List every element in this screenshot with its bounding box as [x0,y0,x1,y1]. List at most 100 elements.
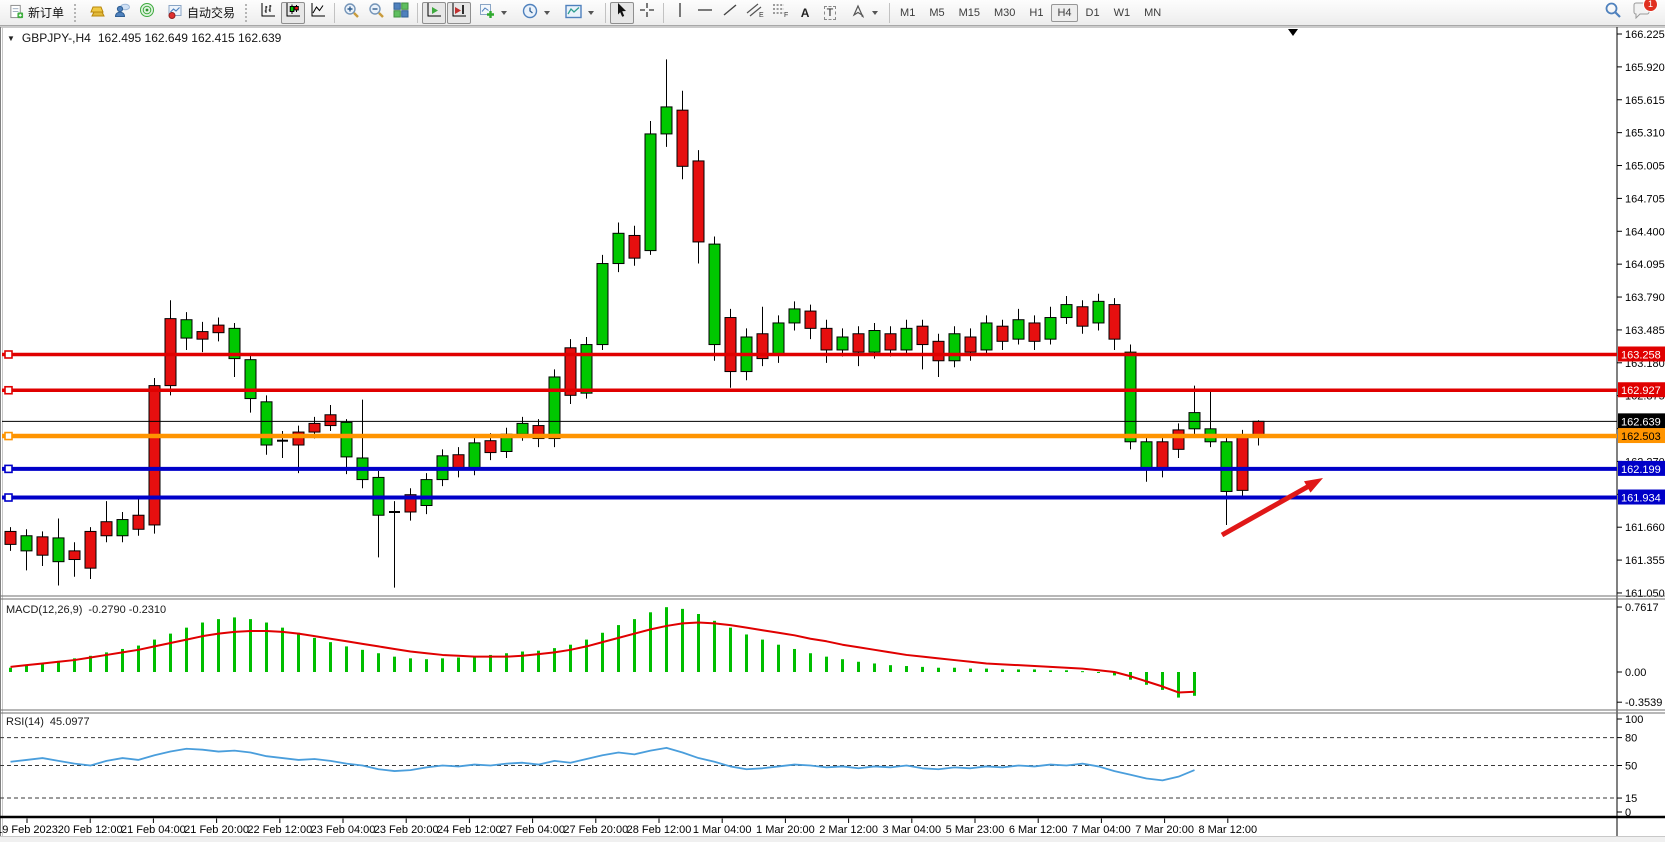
gold-quotes-button[interactable] [85,2,109,24]
auto-scroll-button[interactable] [422,2,446,24]
svg-text:100: 100 [1625,714,1643,726]
caret-down-icon [501,11,507,15]
autotrading-icon [167,4,183,22]
svg-text:162.639: 162.639 [1621,416,1661,428]
cursor-tool-button[interactable] [610,2,634,24]
svg-text:7 Mar 20:00: 7 Mar 20:00 [1135,824,1194,836]
svg-text:162.503: 162.503 [1621,431,1661,443]
chart-title: ▼ GBPJPY-,H4 162.495 162.649 162.415 162… [7,31,281,45]
periods-button[interactable] [515,2,557,24]
toolbar-separator [663,3,664,23]
tile-windows-icon [393,2,409,23]
zoom-out-button[interactable] [364,2,388,24]
caret-down-icon [872,11,878,15]
new-order-icon [9,4,24,22]
svg-text:166.225: 166.225 [1625,29,1665,41]
macd-label: MACD(12,26,9) -0.2790 -0.2310 [6,604,166,616]
bar-chart-button[interactable] [256,2,280,24]
svg-text:15: 15 [1625,793,1637,805]
svg-text:23 Feb 04:00: 23 Feb 04:00 [311,824,376,836]
timeframe-button-M15[interactable]: M15 [953,4,986,22]
toolbar-separator [334,3,335,23]
signal-button[interactable] [135,2,159,24]
svg-text:3 Mar 04:00: 3 Mar 04:00 [882,824,941,836]
macd-layer [9,607,1196,697]
chart-canvas[interactable]: 166.225165.920165.615165.310165.005164.7… [0,26,1665,842]
arrows-tool-button[interactable] [843,2,885,24]
indicators-add-icon [479,3,495,22]
svg-text:2 Mar 12:00: 2 Mar 12:00 [819,824,878,836]
chart-shift-marker[interactable] [1288,29,1298,36]
toolbar-grip [74,4,81,22]
text-label-tool-button[interactable]: T [818,2,842,24]
crosshair-icon [639,2,655,23]
svg-text:27 Feb 04:00: 27 Feb 04:00 [500,824,565,836]
chart-shift-icon [451,2,467,23]
templates-button[interactable] [558,2,601,24]
svg-text:80: 80 [1625,733,1637,745]
chart-shift-button[interactable] [447,2,471,24]
toolbar-grip [245,4,252,22]
collapse-triangle-icon[interactable]: ▼ [7,34,15,43]
timeframe-button-MN[interactable]: MN [1138,4,1167,22]
svg-text:163.790: 163.790 [1625,292,1665,304]
bar-chart-icon [260,2,276,23]
timeframe-button-D1[interactable]: D1 [1080,4,1106,22]
price-level-line[interactable]: 162.639 [2,413,1665,428]
accounts-button[interactable] [110,2,134,24]
toolbar-separator [889,3,890,23]
caret-down-icon [544,11,550,15]
autotrading-button[interactable]: 自动交易 [160,2,242,24]
clock-icon [522,3,538,22]
status-strip [0,836,1665,842]
svg-text:-0.3539: -0.3539 [1625,697,1662,709]
zoom-in-button[interactable] [339,2,363,24]
trendline-tool-button[interactable] [718,2,742,24]
svg-text:8 Mar 12:00: 8 Mar 12:00 [1198,824,1257,836]
person-cloud-icon [114,3,130,23]
price-level-line[interactable]: 161.934 [2,490,1665,505]
price-level-line[interactable]: 162.199 [2,461,1665,476]
svg-text:0.00: 0.00 [1625,667,1646,679]
candlestick-chart-icon [285,2,301,23]
toolbar-separator [417,3,418,23]
svg-text:161.660: 161.660 [1625,522,1665,534]
notification-badge: 1 [1643,0,1658,12]
line-chart-button[interactable] [306,2,330,24]
vertical-line-tool-button[interactable] [668,2,692,24]
indicators-button[interactable] [472,2,514,24]
timeframe-button-M30[interactable]: M30 [988,4,1021,22]
svg-text:165.615: 165.615 [1625,95,1665,107]
notifications-button[interactable]: 1 [1632,2,1651,24]
cursor-icon [615,2,629,23]
trendline-icon [722,2,738,23]
rsi-value: 45.0977 [50,716,90,728]
svg-text:6 Mar 12:00: 6 Mar 12:00 [1009,824,1068,836]
timeframe-button-M1[interactable]: M1 [894,4,921,22]
timeframe-button-H4[interactable]: H4 [1051,4,1077,22]
time-axis[interactable]: 19 Feb 202320 Feb 12:0021 Feb 04:0021 Fe… [0,817,1665,836]
svg-text:5 Mar 23:00: 5 Mar 23:00 [946,824,1005,836]
crosshair-tool-button[interactable] [635,2,659,24]
tile-windows-button[interactable] [389,2,413,24]
equidistant-channel-tool-button[interactable]: E [743,2,767,24]
template-icon [565,4,582,22]
fibonacci-tool-button[interactable]: F [768,2,792,24]
timeframe-button-W1[interactable]: W1 [1108,4,1137,22]
price-level-line[interactable]: 162.503 [2,428,1665,443]
horizontal-line-tool-button[interactable] [693,2,717,24]
mt4-window: 新订单 自动交易 [0,0,1665,842]
search-icon[interactable] [1604,1,1622,24]
svg-text:20 Feb 12:00: 20 Feb 12:00 [58,824,123,836]
horizontal-line-icon [697,3,713,22]
text-icon: A [801,6,810,20]
timeframe-button-H1[interactable]: H1 [1023,4,1049,22]
svg-text:162.199: 162.199 [1621,464,1661,476]
candlestick-chart-button[interactable] [281,2,305,24]
svg-text:162.927: 162.927 [1621,385,1661,397]
timeframe-button-M5[interactable]: M5 [923,4,950,22]
new-order-button[interactable]: 新订单 [2,2,71,24]
svg-text:161.355: 161.355 [1625,555,1665,567]
text-tool-button[interactable]: A [793,2,817,24]
price-axis: 166.225165.920165.615165.310165.005164.7… [1617,29,1665,600]
